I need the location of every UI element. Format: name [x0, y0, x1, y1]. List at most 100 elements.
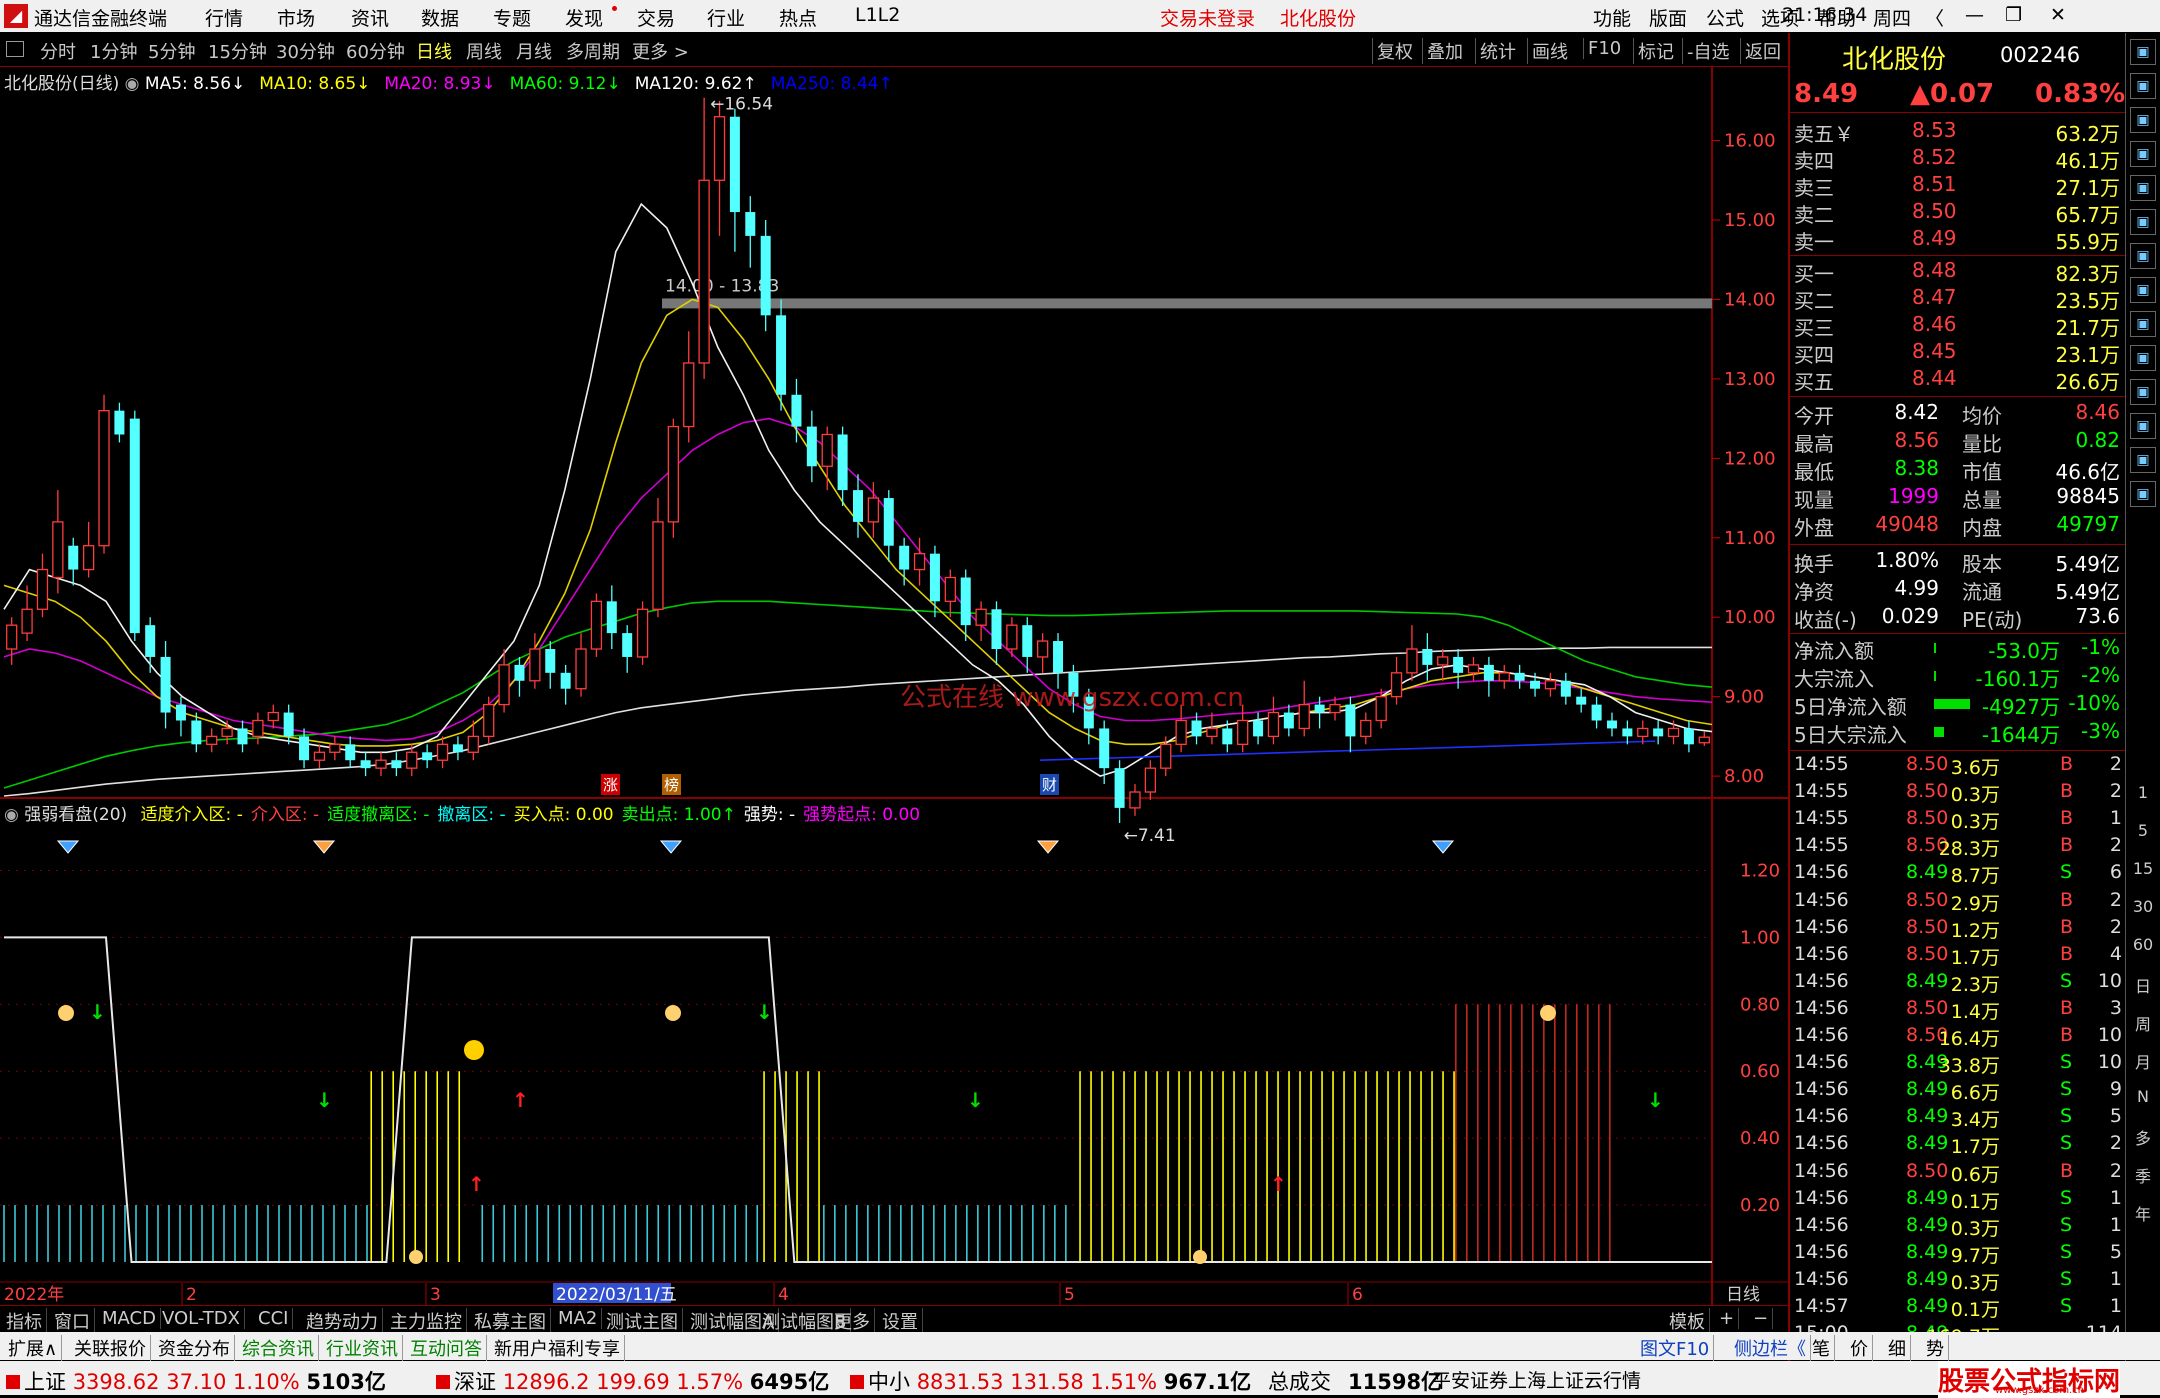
current-stock-title[interactable]: 北化股份 [1280, 4, 1356, 31]
side-tool-icon[interactable]: ▣ [2130, 141, 2156, 167]
side-period-label[interactable]: 15 [2130, 859, 2156, 878]
menu-item-5[interactable]: 发现 [565, 4, 603, 31]
chart-settings-icon[interactable]: ◉ [125, 74, 145, 94]
indicator-right-tab-0[interactable]: 模板 [1665, 1308, 1710, 1334]
indicator-tab-9[interactable]: 测试主图 [602, 1308, 683, 1334]
ask-row[interactable]: 卖一 8.49 55.9万 [1794, 226, 2124, 254]
side-tool-icon[interactable]: ▣ [2130, 413, 2156, 439]
menu-item-6[interactable]: 交易 [637, 4, 675, 31]
back-icon[interactable]: 〈 [1925, 4, 1944, 31]
side-period-label[interactable]: 月 [2130, 1049, 2156, 1073]
tool-tab-6[interactable]: -自选 [1682, 38, 1730, 64]
side-tool-icon[interactable]: ▣ [2130, 379, 2156, 405]
period-tab-7[interactable]: 周线 [466, 38, 502, 64]
login-status[interactable]: 交易未登录 [1160, 4, 1255, 31]
side-tool-icon[interactable]: ▣ [2130, 447, 2156, 473]
bid-row[interactable]: 买三 8.46 21.7万 [1794, 312, 2124, 340]
menu-item-2[interactable]: 资讯 [351, 4, 389, 31]
side-tool-icon[interactable]: ▣ [2130, 345, 2156, 371]
badge-zhang[interactable]: 涨 [601, 774, 621, 795]
side-tool-icon[interactable]: ▣ [2130, 209, 2156, 235]
indicator-tab-7[interactable]: 私募主图 [470, 1308, 551, 1334]
bid-row[interactable]: 买四 8.45 23.1万 [1794, 339, 2124, 367]
info-tab-1[interactable]: 关联报价 [70, 1335, 151, 1361]
bid-row[interactable]: 买五 8.44 26.6万 [1794, 366, 2124, 394]
side-period-label[interactable]: 日 [2130, 973, 2156, 997]
side-period-label[interactable]: 60 [2130, 935, 2156, 954]
menu-item-1[interactable]: 市场 [277, 4, 315, 31]
index-quote[interactable]: 上证 3398.62 37.10 1.10% 5103亿 [6, 1366, 386, 1396]
right-menu-item-1[interactable]: 版面 [1649, 4, 1687, 31]
minimize-icon[interactable]: — [1965, 4, 1984, 26]
side-period-label[interactable]: 30 [2130, 897, 2156, 916]
side-period-label[interactable]: 年 [2130, 1201, 2156, 1225]
chart-area[interactable]: 16.00 15.00 14.00 13.00 12.00 11.00 10.00 9.00 8… [0, 67, 1788, 1305]
index-quote[interactable]: 中小 8831.53 131.58 1.51% 967.1亿 [850, 1366, 1251, 1396]
period-tab-0[interactable]: 分时 [40, 38, 76, 64]
kline-chart[interactable]: 16.00 15.00 14.00 13.00 12.00 11.00 10.00 9.00 8… [0, 67, 1788, 1305]
indicator-tab-12[interactable]: 更多 [830, 1308, 875, 1334]
side-tool-icon[interactable]: ▣ [2130, 481, 2156, 507]
info-right-tab-5[interactable]: 势 [1922, 1335, 1949, 1361]
indicator-right-tab-1[interactable]: + [1715, 1308, 1740, 1329]
indicator-tab-5[interactable]: 趋势动力 [302, 1308, 383, 1334]
side-tool-icon[interactable]: ▣ [2130, 39, 2156, 65]
tool-tab-7[interactable]: 返回 [1740, 38, 1781, 64]
info-right-tab-3[interactable]: 价 [1846, 1335, 1873, 1361]
ask-row[interactable]: 卖五￥ 8.53 63.2万 [1794, 118, 2124, 146]
side-period-label[interactable]: 周 [2130, 1011, 2156, 1035]
indicator-tab-6[interactable]: 主力监控 [386, 1308, 467, 1334]
tool-tab-1[interactable]: 叠加 [1422, 38, 1463, 64]
right-menu-item-0[interactable]: 功能 [1593, 4, 1631, 31]
indicator-tab-1[interactable]: 窗口 [50, 1308, 95, 1334]
period-tab-9[interactable]: 多周期 [566, 38, 620, 64]
indicator-tab-0[interactable]: 指标 [2, 1308, 47, 1334]
side-tool-icon[interactable]: ▣ [2130, 175, 2156, 201]
close-icon[interactable]: ✕ [2050, 4, 2066, 26]
info-tab-0[interactable]: 扩展∧ [4, 1335, 63, 1361]
side-tool-icon[interactable]: ▣ [2130, 277, 2156, 303]
tick-list[interactable]: 14:55 8.50 3.6万 B 2 14:55 8.50 0.3万 B 2 14:55 8.50 0… [1790, 753, 2125, 1361]
tool-tab-2[interactable]: 统计 [1475, 38, 1516, 64]
menu-item-0[interactable]: 行情 [205, 4, 243, 31]
info-right-tab-4[interactable]: 细 [1884, 1335, 1911, 1361]
side-period-label[interactable]: N [2130, 1087, 2156, 1106]
menu-item-4[interactable]: 专题 [493, 4, 531, 31]
indicator-tab-3[interactable]: VOL-TDX [158, 1308, 245, 1329]
menu-item-7[interactable]: 行业 [707, 4, 745, 31]
side-tool-icon[interactable]: ▣ [2130, 311, 2156, 337]
bid-row[interactable]: 买二 8.47 23.5万 [1794, 285, 2124, 313]
badge-bang[interactable]: 榜 [662, 774, 682, 795]
right-menu-item-2[interactable]: 公式 [1706, 4, 1744, 31]
menu-item-3[interactable]: 数据 [421, 4, 459, 31]
bid-row[interactable]: 买一 8.48 82.3万 [1794, 258, 2124, 286]
ask-row[interactable]: 卖四 8.52 46.1万 [1794, 145, 2124, 173]
badge-cai[interactable]: 财 [1040, 774, 1060, 795]
side-period-label[interactable]: 季 [2130, 1163, 2156, 1187]
info-tab-5[interactable]: 互动问答 [406, 1335, 487, 1361]
period-tab-5[interactable]: 60分钟 [346, 38, 405, 64]
tool-tab-3[interactable]: 画线 [1527, 38, 1568, 64]
restore-icon[interactable]: ❐ [2005, 4, 2022, 26]
side-tool-icon[interactable]: ▣ [2130, 73, 2156, 99]
menu-item-8[interactable]: 热点 [779, 4, 817, 31]
period-tab-2[interactable]: 5分钟 [148, 38, 195, 64]
period-tab-10[interactable]: 更多 > [632, 38, 689, 64]
tool-tab-4[interactable]: F10 [1583, 38, 1621, 59]
info-tab-2[interactable]: 资金分布 [154, 1335, 235, 1361]
tool-tab-5[interactable]: 标记 [1633, 38, 1674, 64]
side-tool-icon[interactable]: ▣ [2130, 107, 2156, 133]
indicator-tab-8[interactable]: MA2 [554, 1308, 603, 1329]
info-right-tab-2[interactable]: 笔 [1808, 1335, 1835, 1361]
info-right-tab-0[interactable]: 图文F10 [1636, 1335, 1715, 1361]
indicator-tab-2[interactable]: MACD [98, 1308, 161, 1329]
side-tool-icon[interactable]: ▣ [2130, 243, 2156, 269]
ask-row[interactable]: 卖二 8.50 65.7万 [1794, 199, 2124, 227]
window-toggle-icon[interactable] [6, 41, 24, 57]
side-period-label[interactable]: 多 [2130, 1125, 2156, 1149]
indicator-right-tab-2[interactable]: − [1749, 1308, 1774, 1329]
indicator-tab-13[interactable]: 设置 [878, 1308, 923, 1334]
info-tab-4[interactable]: 行业资讯 [322, 1335, 403, 1361]
info-right-tab-1[interactable]: 侧边栏《 [1730, 1335, 1811, 1361]
info-tab-3[interactable]: 综合资讯 [238, 1335, 319, 1361]
